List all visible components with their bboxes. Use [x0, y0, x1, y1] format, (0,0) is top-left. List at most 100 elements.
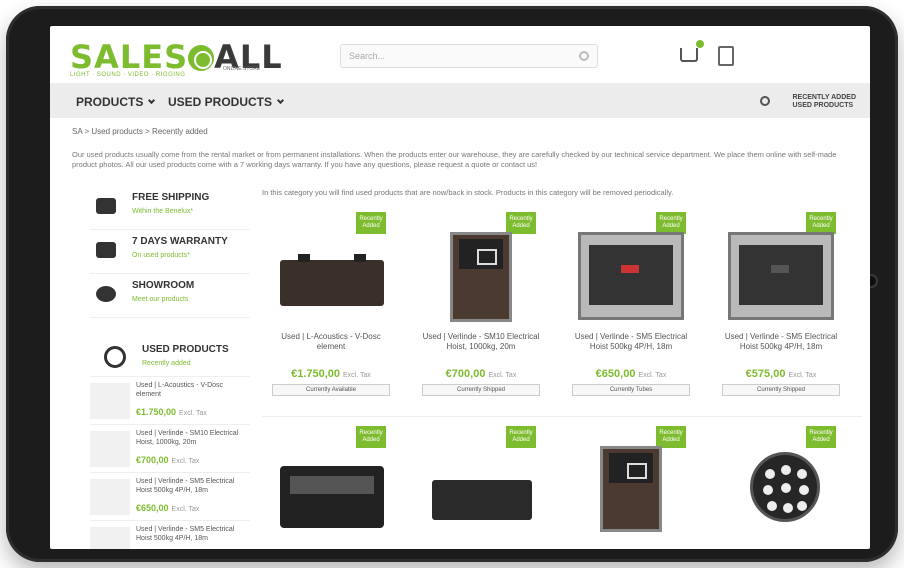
price-value: €1.750,00 — [136, 407, 177, 417]
product-image[interactable] — [422, 232, 540, 322]
tax-label: Excl. Tax — [638, 372, 667, 379]
search-icon[interactable] — [579, 51, 589, 61]
chevron-down-icon — [148, 96, 156, 105]
list-item[interactable]: Used | Verlinde - SM10 Electrical Hoist,… — [90, 424, 250, 472]
recently-added-badge: Recently Added — [656, 212, 686, 234]
product-name[interactable]: Used | L-Acoustics - V-Dosc element — [266, 332, 396, 352]
price-value: €700,00 — [136, 455, 169, 465]
led-icon — [763, 485, 773, 495]
tax-label: Excl. Tax — [788, 372, 817, 379]
product-card[interactable]: Recently Added Used | L-Acoustics - V-Do… — [262, 206, 400, 406]
product-image[interactable] — [422, 446, 540, 536]
category-lead: In this category you will find used prod… — [262, 188, 674, 197]
led-icon — [783, 503, 793, 513]
nav-products[interactable]: PRODUCTS — [76, 95, 156, 109]
recently-added-badge: Recently Added — [506, 426, 536, 448]
case-window — [477, 249, 497, 265]
product-card[interactable]: Recently Added Used | Verlinde - SM10 El… — [412, 206, 550, 406]
hoist-part — [621, 265, 639, 273]
product-price: €1.750,00 Excl. Tax — [266, 368, 396, 380]
case-window — [627, 463, 647, 479]
tax-label: Excl. Tax — [179, 410, 207, 417]
price-value: €1.750,00 — [291, 368, 341, 380]
used-products-sub[interactable]: Recently added — [142, 360, 191, 367]
product-price: €1.750,00 Excl. Tax — [136, 407, 207, 417]
product-card[interactable]: Recently Added — [412, 420, 550, 540]
feature-sub[interactable]: Within the Benelux* — [132, 208, 193, 215]
product-image[interactable] — [572, 232, 690, 322]
stock-status: Currently Shipped — [722, 384, 840, 396]
list-item[interactable]: Used | Verlinde - SM5 Electrical Hoist 5… — [90, 520, 250, 549]
hoist-part — [771, 265, 789, 273]
feature-sub[interactable]: On used products* — [132, 252, 190, 259]
recently-added-badge: Recently Added — [356, 212, 386, 234]
tax-label: Excl. Tax — [488, 372, 517, 379]
product-price: €700,00 Excl. Tax — [416, 368, 546, 380]
case-interior — [739, 245, 823, 305]
used-products-title: USED PRODUCTS — [142, 344, 229, 355]
feature-title: 7 DAYS WARRANTY — [132, 236, 228, 247]
product-name[interactable]: Used | Verlinde - SM10 Electrical Hoist,… — [136, 429, 246, 447]
search-input[interactable]: Search... — [340, 44, 598, 68]
list-item[interactable]: Used | Verlinde - SM5 Electrical Hoist 5… — [90, 472, 250, 520]
stage: SALES ALL LIGHT · SOUND · VIDEO · RIGGING… — [0, 0, 904, 568]
hoist-case-image — [450, 232, 512, 322]
product-card[interactable]: Recently Added — [262, 420, 400, 540]
case-interior — [589, 245, 673, 305]
flightcase-image — [280, 254, 384, 306]
feature-warranty[interactable]: 7 DAYS WARRANTY On used products* — [90, 230, 250, 274]
recently-added-badge: Recently Added — [506, 212, 536, 234]
product-image[interactable] — [272, 232, 390, 322]
product-name[interactable]: Used | Verlinde - SM5 Electrical Hoist 5… — [136, 477, 246, 495]
feature-free-shipping[interactable]: FREE SHIPPING Within the Benelux* — [90, 186, 250, 230]
product-name[interactable]: Used | Verlinde - SM5 Electrical Hoist 5… — [566, 332, 696, 352]
product-name[interactable]: Used | Verlinde - SM5 Electrical Hoist 5… — [136, 525, 246, 543]
price-value: €650,00 — [136, 503, 169, 513]
logo-ball-icon — [188, 45, 215, 71]
product-name[interactable]: Used | Verlinde - SM5 Electrical Hoist 5… — [716, 332, 846, 352]
tablet-frame: SALES ALL LIGHT · SOUND · VIDEO · RIGGING… — [6, 6, 898, 562]
nav-used-products[interactable]: USED PRODUCTS — [168, 95, 285, 109]
product-thumbnail[interactable] — [90, 527, 130, 549]
clock-icon — [760, 96, 770, 106]
product-name[interactable]: Used | L-Acoustics - V-Dosc element — [136, 381, 246, 399]
product-image[interactable] — [272, 446, 390, 536]
feature-showroom[interactable]: SHOWROOM Meet our products — [90, 274, 250, 318]
search-placeholder: Search... — [349, 51, 386, 61]
product-image[interactable] — [722, 446, 840, 536]
cart-icon[interactable] — [680, 40, 704, 62]
nav-used-products-label: USED PRODUCTS — [168, 95, 273, 109]
used-products-header: USED PRODUCTS Recently added — [90, 340, 250, 376]
open-case-image — [728, 232, 834, 320]
product-card[interactable]: Recently Added — [712, 420, 850, 540]
recently-added-link[interactable]: RECENTLY ADDED USED PRODUCTS — [792, 94, 856, 110]
product-price: €650,00 Excl. Tax — [136, 503, 199, 513]
product-thumbnail[interactable] — [90, 479, 130, 515]
product-price: €575,00 Excl. Tax — [716, 368, 846, 380]
product-image[interactable] — [722, 232, 840, 322]
product-card[interactable]: Recently Added Used | Verlinde - SM5 Ele… — [712, 206, 850, 406]
logo-text-left: SALES — [70, 38, 189, 76]
recently-added-badge: Recently Added — [356, 426, 386, 448]
breadcrumb[interactable]: SA > Used products > Recently added — [72, 127, 208, 136]
par-light-image — [750, 452, 820, 522]
product-thumbnail[interactable] — [90, 383, 130, 419]
led-icon — [799, 485, 809, 495]
product-thumbnail[interactable] — [90, 431, 130, 467]
list-item[interactable]: Used | L-Acoustics - V-Dosc element €1.7… — [90, 376, 250, 424]
speaker-image — [432, 480, 532, 520]
tax-label: Excl. Tax — [171, 458, 200, 465]
feature-sub[interactable]: Meet our products — [132, 296, 188, 303]
web-page: SALES ALL LIGHT · SOUND · VIDEO · RIGGING… — [50, 26, 870, 549]
price-value: €700,00 — [445, 368, 486, 380]
open-case-image — [578, 232, 684, 320]
product-image[interactable] — [572, 446, 690, 536]
stock-status: Currently Available — [272, 384, 390, 396]
product-name[interactable]: Used | Verlinde - SM10 Electrical Hoist,… — [416, 332, 546, 352]
product-card[interactable]: Recently Added Used | Verlinde - SM5 Ele… — [562, 206, 700, 406]
sidebar: FREE SHIPPING Within the Benelux* 7 DAYS… — [90, 186, 250, 549]
nav-products-label: PRODUCTS — [76, 95, 144, 109]
product-card[interactable]: Recently Added — [562, 420, 700, 540]
stock-status: Currently Shipped — [422, 384, 540, 396]
quote-icon[interactable] — [718, 46, 734, 66]
